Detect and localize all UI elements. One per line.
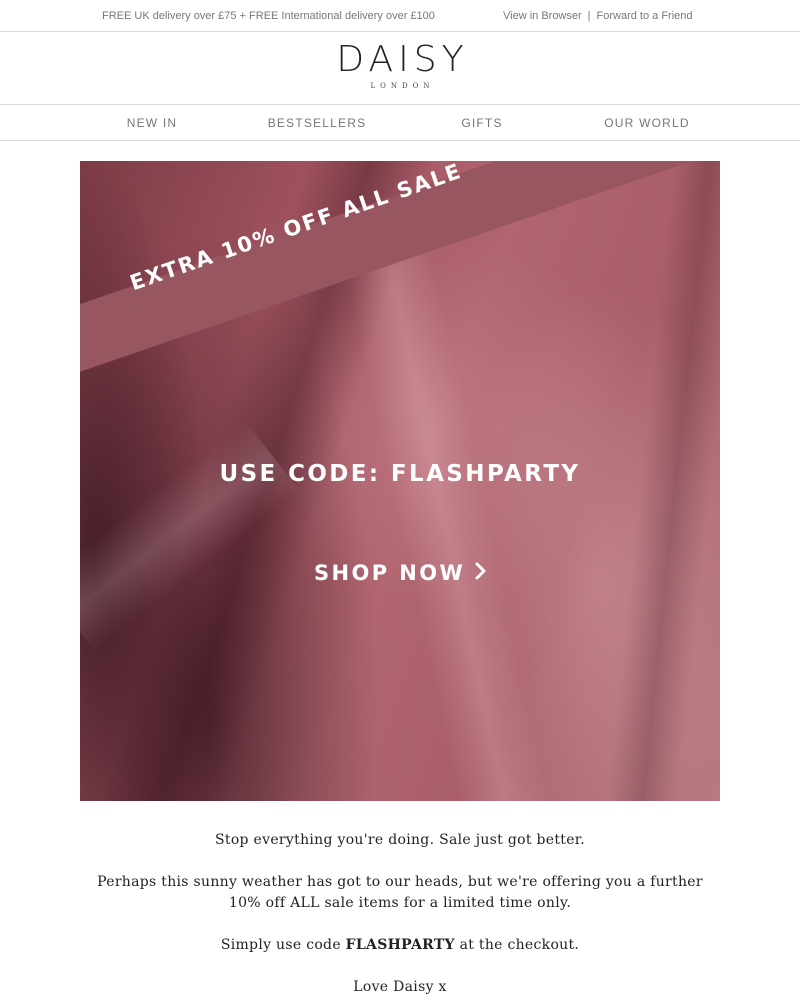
- view-in-browser-link[interactable]: View in Browser: [503, 10, 582, 22]
- brand-logo[interactable]: DAISY LONDON: [0, 32, 800, 105]
- code-instruction: Simply use code FLASHPARTY at the checko…: [80, 935, 720, 956]
- nav-item-our-world[interactable]: OUR WORLD: [567, 116, 727, 130]
- link-separator: |: [587, 10, 591, 22]
- logo-wordmark: DAISY: [336, 39, 469, 80]
- logo-subtitle: LONDON: [370, 82, 435, 90]
- main-nav: NEW IN BESTSELLERS GIFTS OUR WORLD: [0, 105, 800, 141]
- intro-line: Stop everything you're doing. Sale just …: [215, 832, 585, 848]
- promo-code-inline: FLASHPARTY: [345, 937, 455, 953]
- nav-item-gifts[interactable]: GIFTS: [402, 116, 562, 130]
- delivery-promo-text: FREE UK delivery over £75 + FREE Interna…: [102, 10, 435, 22]
- offer-paragraph: Perhaps this sunny weather has got to ou…: [97, 874, 703, 911]
- promo-code-text: USE CODE: FLASHPARTY: [219, 461, 581, 487]
- chevron-right-icon: [475, 558, 487, 588]
- hero-banner[interactable]: EXTRA 10% OFF ALL SALE USE CODE: FLASHPA…: [80, 161, 720, 801]
- forward-to-friend-link[interactable]: Forward to a Friend: [597, 10, 693, 22]
- fabric-fold: [338, 219, 572, 801]
- top-links: View in Browser | Forward to a Friend: [503, 10, 693, 22]
- signoff: Love Daisy x: [353, 979, 447, 995]
- nav-item-new-in[interactable]: NEW IN: [72, 116, 232, 130]
- top-bar: FREE UK delivery over £75 + FREE Interna…: [0, 0, 800, 32]
- code-instruction-before: Simply use code: [220, 937, 346, 953]
- shop-now-label: SHOP NOW: [314, 561, 466, 585]
- code-instruction-after: at the checkout.: [454, 937, 580, 953]
- shop-now-button[interactable]: SHOP NOW: [314, 558, 487, 588]
- email-body-copy: Stop everything you're doing. Sale just …: [80, 830, 720, 1000]
- fabric-fold: [80, 420, 301, 652]
- nav-item-bestsellers[interactable]: BESTSELLERS: [237, 116, 397, 130]
